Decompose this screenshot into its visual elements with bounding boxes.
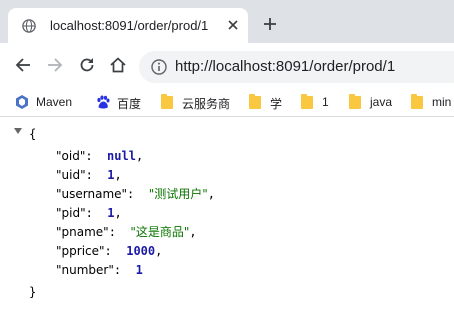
bookmark-label: 云服务商 [182, 97, 231, 111]
bookmark-folder-java[interactable]: java [348, 94, 398, 110]
bookmark-maven[interactable]: Maven [14, 94, 84, 110]
folder-icon [348, 94, 364, 110]
folder-icon [410, 94, 426, 110]
bookmark-baidu[interactable]: 百度 [95, 94, 150, 111]
json-line-number: "number": 1 [56, 263, 143, 277]
json-key: "pprice" [56, 244, 105, 258]
json-open-brace: { [29, 127, 37, 141]
close-tab-icon[interactable] [224, 16, 242, 34]
maven-hex-icon [16, 95, 28, 109]
info-icon[interactable] [151, 59, 167, 75]
bookmark-folder-cloud[interactable]: 云服务商 [160, 94, 240, 111]
bookmark-label: Maven [36, 95, 73, 109]
json-line-oid: "oid": null, [56, 149, 144, 163]
url-text: http://localhost:8091/order/prod/1 [175, 58, 395, 75]
address-bar[interactable]: http://localhost:8091/order/prod/1 [139, 51, 454, 83]
json-line-pprice: "pprice": 1000, [56, 244, 163, 258]
json-key: "pid" [56, 206, 86, 220]
json-value: "测试用户" [148, 187, 208, 201]
url-host: localhost [212, 58, 272, 75]
bookmark-label: java [370, 95, 393, 109]
bookmark-label: 学 [270, 97, 283, 111]
json-line-uid: "uid": 1, [56, 168, 122, 182]
collapse-triangle-icon[interactable] [14, 128, 22, 134]
bookmark-label: 1 [322, 95, 329, 109]
url-scheme: http:// [175, 58, 213, 75]
json-close-brace: } [29, 285, 37, 299]
url-path: :8091/order/prod/1 [271, 58, 396, 75]
json-line-pid: "pid": 1, [56, 206, 122, 220]
bookmark-folder-xue[interactable]: 学 [248, 94, 288, 111]
globe-icon [22, 19, 36, 33]
bookmark-label: 百度 [117, 97, 142, 111]
folder-icon [248, 94, 264, 110]
json-line-username: "username": "测试用户", [56, 187, 216, 201]
json-key: "uid" [56, 168, 86, 182]
bookmark-label: min [432, 95, 452, 109]
bookmark-folder-min[interactable]: min [410, 94, 454, 110]
back-arrow-icon[interactable] [14, 56, 32, 74]
bookmark-folder-1[interactable]: 1 [300, 94, 335, 110]
json-value: 1 [135, 263, 143, 277]
tab-title: localhost:8091/order/prod/1 [50, 18, 209, 33]
folder-icon [160, 94, 176, 110]
json-value: null [107, 149, 136, 163]
json-value: "这是商品" [130, 225, 190, 239]
browser-toolbar: http://localhost:8091/order/prod/1 [0, 43, 454, 88]
forward-arrow-icon[interactable] [46, 56, 64, 74]
json-value: 1 [107, 206, 115, 220]
json-viewer: { "oid": null, "uid": 1, "username": "测试… [0, 117, 454, 327]
new-tab-plus-icon[interactable] [262, 16, 278, 32]
json-value: 1 [107, 168, 115, 182]
active-tab[interactable]: localhost:8091/order/prod/1 [8, 8, 248, 43]
reload-icon[interactable] [78, 56, 96, 74]
folder-icon [300, 94, 316, 110]
json-key: "oid" [56, 149, 86, 163]
json-value: 1000 [126, 244, 156, 258]
home-icon[interactable] [109, 56, 127, 74]
json-key: "pname" [56, 225, 109, 239]
tab-strip: localhost:8091/order/prod/1 [0, 0, 454, 43]
baidu-paw-icon [97, 95, 110, 109]
json-key: "number" [56, 263, 114, 277]
bookmarks-bar: Maven 百度 云服务商 学 1 java min [0, 88, 454, 117]
json-line-pname: "pname": "这是商品", [56, 225, 197, 239]
json-key: "username" [56, 187, 128, 201]
